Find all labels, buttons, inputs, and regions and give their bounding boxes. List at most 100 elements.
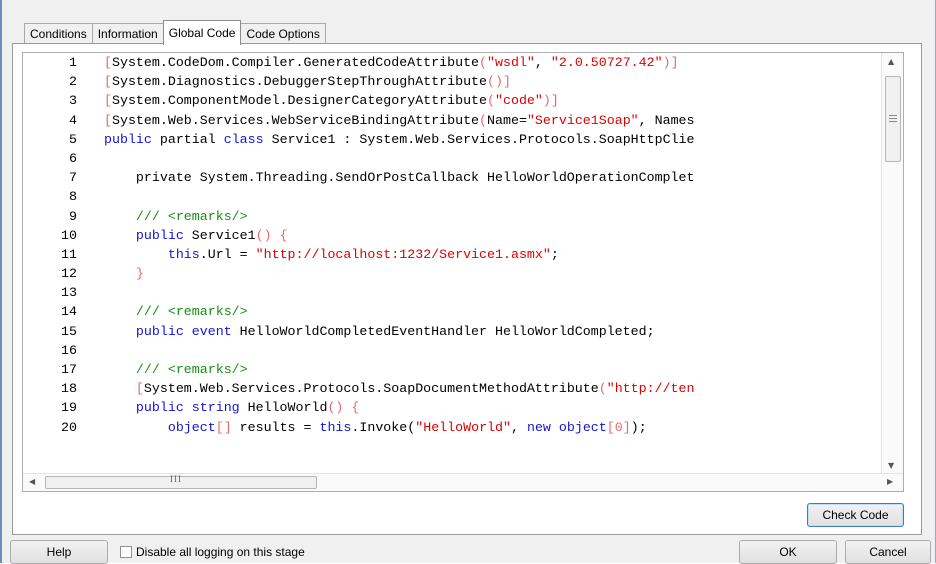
code-line: /// <remarks/> (104, 207, 876, 226)
code-line: public string HelloWorld() { (104, 398, 876, 417)
tab-global-code[interactable]: Global Code (162, 20, 242, 45)
triangle-left-icon[interactable]: ◀ (29, 477, 35, 486)
line-number: 7 (69, 170, 77, 186)
code-token: () { (255, 227, 288, 243)
grip-line (889, 121, 897, 122)
code-token: "http://ten (606, 381, 695, 397)
tab-information[interactable]: Information (91, 23, 164, 44)
code-token: this (319, 419, 352, 435)
line-number: 14 (61, 304, 77, 320)
check-code-button[interactable]: Check Code (807, 503, 904, 527)
vertical-scroll-thumb[interactable] (885, 76, 901, 162)
code-token: HelloWorld (239, 400, 328, 416)
scroll-grip-label: III (170, 474, 182, 484)
code-line: public partial class Service1 : System.W… (104, 130, 876, 149)
code-token: partial (151, 131, 224, 147)
code-token: [ (104, 74, 112, 90)
vertical-scrollbar[interactable]: ▲ ▼ (881, 53, 903, 476)
line-number: 13 (61, 285, 77, 301)
code-token: [] (215, 419, 232, 435)
ok-button[interactable]: OK (739, 540, 837, 564)
code-token: , (534, 55, 551, 70)
code-token: HelloWorldCompletedEventHandler HelloWor… (231, 323, 655, 339)
code-token: public event (104, 323, 232, 339)
code-token: public (104, 131, 152, 147)
code-token: "http://localhost:1232/Service1.asmx" (255, 246, 551, 262)
code-token: new object (526, 419, 607, 435)
code-token: , (511, 419, 527, 435)
line-number-gutter: 1 2 3 4 5 6 7 8 9 10 11 12 13 14 15 16 17 18 19 20 (23, 53, 99, 437)
help-button[interactable]: Help (10, 540, 108, 564)
code-token: )] (542, 93, 559, 109)
code-line: /// <remarks/> (104, 302, 876, 321)
code-token: ()] (487, 74, 511, 90)
code-token: .Invoke( (351, 419, 416, 435)
code-line: this.Url = "http://localhost:1232/Servic… (104, 245, 876, 264)
line-number: 10 (61, 227, 77, 243)
line-number: 19 (61, 400, 77, 416)
code-token: [0] (606, 419, 631, 435)
code-line: } (104, 264, 876, 283)
code-token: ( (487, 93, 496, 109)
triangle-up-icon[interactable]: ▲ (888, 57, 894, 66)
line-number: 18 (61, 381, 77, 397)
code-token: , Names (638, 112, 695, 128)
code-token: () { (327, 400, 360, 416)
code-token: "Service1Soap" (526, 112, 639, 128)
line-number: 2 (69, 74, 77, 90)
code-token: Service1 : System.Web.Services.Protocols… (263, 131, 695, 147)
horizontal-scrollbar[interactable]: ◀ III ▶ (23, 473, 903, 491)
tab-strip: Conditions Information Global Code Code … (24, 20, 326, 45)
code-token: "2.0.50727.42" (550, 55, 663, 70)
code-token: this (104, 246, 200, 262)
code-line: [System.ComponentModel.DesignerCategoryA… (104, 91, 876, 110)
line-number: 15 (61, 323, 77, 339)
disable-logging-option[interactable]: Disable all logging on this stage (120, 544, 305, 560)
code-token: Service1 (183, 227, 256, 243)
code-line: [System.Web.Services.WebServiceBindingAt… (104, 111, 876, 130)
line-number: 11 (61, 246, 77, 262)
code-line: [System.Web.Services.Protocols.SoapDocum… (104, 379, 876, 398)
disable-logging-checkbox[interactable] (120, 546, 132, 558)
line-number: 5 (69, 131, 77, 147)
line-number: 6 (69, 150, 77, 166)
code-token: } (104, 266, 144, 282)
tab-code-options[interactable]: Code Options (240, 23, 326, 44)
code-line: private System.Threading.SendOrPostCallb… (104, 168, 876, 187)
code-area[interactable]: [System.CodeDom.Compiler.GeneratedCodeAt… (104, 53, 876, 437)
line-number: 8 (69, 189, 77, 205)
code-token: /// <remarks/> (104, 304, 248, 320)
line-number: 3 (69, 93, 77, 109)
code-token: ( (479, 112, 488, 128)
grip-line (889, 118, 897, 119)
code-token: private System.Threading.SendOrPostCallb… (104, 170, 695, 186)
code-editor[interactable]: 1 2 3 4 5 6 7 8 9 10 11 12 13 14 15 16 17 18 19 20 [System.… (22, 52, 904, 492)
horizontal-scroll-thumb[interactable]: III (45, 474, 317, 489)
code-line: object[] results = this.Invoke("HelloWor… (104, 418, 876, 437)
code-line: [System.Diagnostics.DebuggerStepThroughA… (104, 72, 876, 91)
line-number: 16 (61, 342, 77, 358)
line-number: 1 (69, 55, 77, 70)
line-number: 4 (69, 112, 77, 128)
code-token: [ (104, 112, 112, 128)
code-line: [System.CodeDom.Compiler.GeneratedCodeAt… (104, 53, 876, 72)
code-line: /// <remarks/> (104, 360, 876, 379)
tab-conditions[interactable]: Conditions (24, 23, 93, 44)
code-token: Name= (487, 112, 527, 128)
code-token: ; (550, 246, 559, 262)
code-token: public string (104, 400, 240, 416)
code-token: /// <remarks/> (104, 208, 248, 224)
code-token: ); (630, 419, 647, 435)
cancel-button[interactable]: Cancel (845, 540, 931, 564)
triangle-right-icon[interactable]: ▶ (887, 477, 893, 486)
code-token: System.ComponentModel.DesignerCategoryAt… (111, 93, 488, 109)
code-token: results = (231, 419, 320, 435)
triangle-down-icon[interactable]: ▼ (888, 461, 894, 470)
disable-logging-label: Disable all logging on this stage (136, 545, 305, 559)
code-token: )] (662, 55, 679, 70)
line-number: 20 (61, 419, 77, 435)
code-token: .Url = (199, 246, 256, 262)
